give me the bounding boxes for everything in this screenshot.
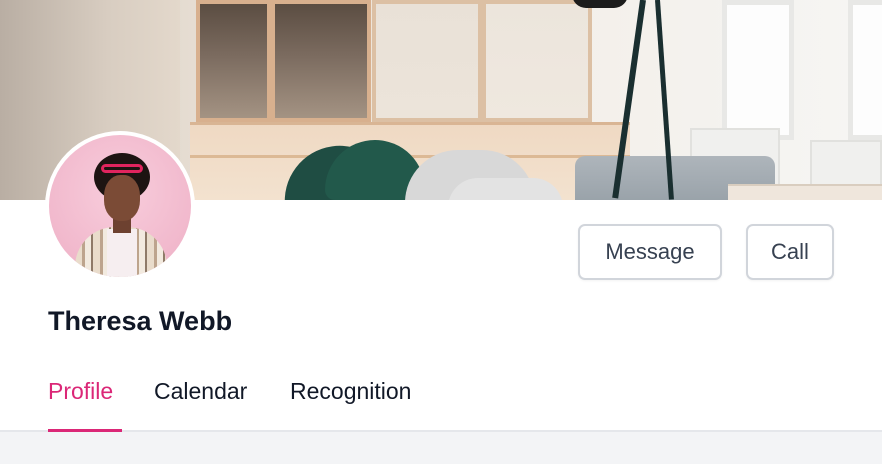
avatar-glasses xyxy=(101,164,143,173)
message-button[interactable]: Message xyxy=(578,224,722,280)
profile-name: Theresa Webb xyxy=(48,306,233,336)
call-button[interactable]: Call xyxy=(746,224,834,280)
cover-glass-panel xyxy=(482,0,592,122)
avatar-photo xyxy=(49,135,191,277)
cover-chair xyxy=(448,178,563,200)
avatar-face xyxy=(104,175,140,221)
cover-window xyxy=(848,0,882,140)
cover-radiator xyxy=(810,140,882,190)
cover-glass-panel xyxy=(372,0,482,122)
content-area xyxy=(0,432,882,464)
cover-lamp-head xyxy=(572,0,628,8)
avatar-shirt xyxy=(107,229,137,277)
tab-profile[interactable]: Profile xyxy=(48,378,113,405)
profile-tabs: Profile Calendar Recognition xyxy=(0,360,882,432)
cover-window xyxy=(722,0,794,140)
tab-recognition[interactable]: Recognition xyxy=(290,378,411,405)
cover-glass-panel xyxy=(196,0,271,122)
cover-glass-panel xyxy=(271,0,371,122)
tab-calendar[interactable]: Calendar xyxy=(154,378,247,405)
avatar xyxy=(45,131,195,281)
cover-table xyxy=(728,184,882,200)
